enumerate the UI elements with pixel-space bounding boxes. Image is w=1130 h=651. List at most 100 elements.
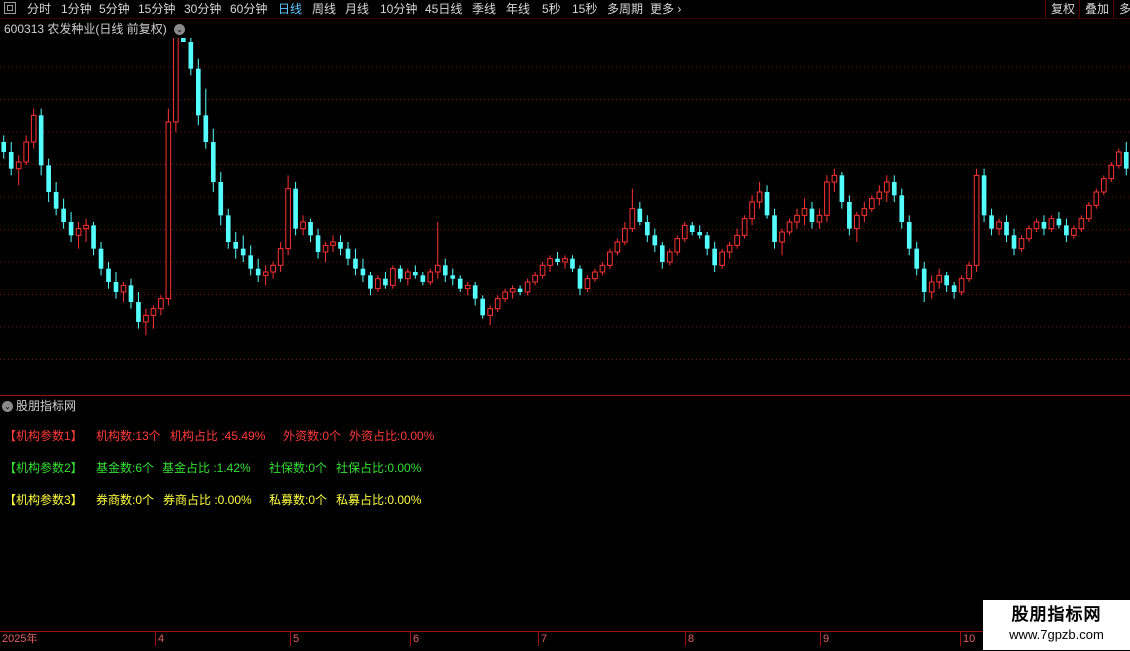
candle <box>53 182 59 216</box>
candle <box>772 208 777 249</box>
tab-timeframe[interactable]: 1分钟 <box>61 1 92 17</box>
candle-body <box>98 248 104 269</box>
tab-timeframe[interactable]: 分时 <box>27 1 51 17</box>
candle-body <box>801 208 808 216</box>
tab-timeframe[interactable]: 10分钟 <box>380 1 417 17</box>
tab-timeframe[interactable]: 更多 › <box>650 1 681 17</box>
indicator-value: 券商占比 :0.00% <box>163 493 252 507</box>
candle-body <box>23 141 30 163</box>
candle <box>91 222 96 256</box>
candle <box>1033 218 1040 232</box>
tab-timeframe[interactable]: 日线 <box>278 1 302 17</box>
candle-body <box>262 271 269 276</box>
candle <box>764 185 770 219</box>
tab-timeframe[interactable]: 年线 <box>506 1 530 17</box>
candle <box>195 58 201 126</box>
tab-timeframe[interactable]: 15分钟 <box>138 1 175 17</box>
tab-timeframe[interactable]: 5分钟 <box>99 1 130 17</box>
candle <box>83 218 89 242</box>
candle-body <box>255 268 261 276</box>
candle-body <box>764 192 770 216</box>
candle <box>801 198 808 226</box>
candle <box>741 215 748 239</box>
candle <box>23 135 30 166</box>
chevron-down-icon[interactable]: ⌄ <box>174 24 186 36</box>
candle <box>434 222 441 279</box>
tab-timeframe[interactable]: 月线 <box>345 1 369 17</box>
candle <box>883 175 890 202</box>
candle-body <box>973 174 980 266</box>
candle <box>517 285 523 296</box>
candle <box>749 195 755 226</box>
candle-body <box>936 274 942 283</box>
candle-body <box>816 214 823 223</box>
indicator-value: 社保数:0个 <box>269 461 328 475</box>
candle <box>637 202 643 226</box>
candle <box>315 228 321 259</box>
candle <box>15 155 22 186</box>
tab-timeframe[interactable]: 60分钟 <box>230 1 267 17</box>
tab-timeframe[interactable]: 季线 <box>472 1 496 17</box>
candle <box>1048 215 1055 232</box>
candle <box>165 108 172 306</box>
multi-button[interactable]: 多 <box>1113 0 1130 18</box>
candle-body <box>450 275 456 279</box>
date-label: 7 <box>538 632 547 646</box>
candle-body <box>53 192 59 209</box>
candle-body <box>584 278 591 290</box>
candle <box>188 38 194 76</box>
candle-body <box>413 272 418 276</box>
candle <box>277 242 284 272</box>
candle <box>181 38 186 42</box>
candle <box>1123 142 1129 176</box>
candle <box>136 292 141 329</box>
candle-body <box>697 232 703 236</box>
candle <box>532 272 538 286</box>
candle-body <box>921 268 927 292</box>
chevron-down-icon[interactable]: ⌄ <box>2 401 13 413</box>
candle-body <box>472 285 478 299</box>
indicator-value: 券商数:0个 <box>96 493 155 507</box>
candle <box>225 208 231 249</box>
chevron-right-icon: › <box>674 2 682 16</box>
candle <box>719 248 725 269</box>
tab-timeframe[interactable]: 15秒 <box>572 1 597 17</box>
tab-timeframe[interactable]: 45日线 <box>425 1 462 17</box>
candle-body <box>607 251 613 266</box>
candle-body <box>809 208 815 222</box>
candle <box>674 235 681 256</box>
candle-body <box>240 248 246 256</box>
candle <box>420 272 426 286</box>
indicator-value: 机构数:13个 <box>96 429 161 443</box>
indicator-value: 外资占比:0.00% <box>349 429 435 443</box>
candle-body <box>158 298 164 310</box>
candle <box>457 275 463 292</box>
candle-body <box>1011 235 1017 249</box>
tab-timeframe[interactable]: 5秒 <box>542 1 561 17</box>
candle-body <box>338 242 343 249</box>
candle-body <box>659 245 665 262</box>
tab-timeframe[interactable]: 多周期 <box>607 1 643 17</box>
candle <box>1078 215 1085 232</box>
candle <box>106 262 111 289</box>
candle-body <box>906 222 912 249</box>
candle-body <box>637 208 643 222</box>
candle <box>375 275 381 292</box>
candle <box>46 158 51 202</box>
candle <box>61 198 66 229</box>
tab-timeframe[interactable]: 周线 <box>312 1 336 17</box>
layout-toggle-icon[interactable] <box>4 2 16 14</box>
candle-body <box>293 188 298 229</box>
tab-timeframe[interactable]: 30分钟 <box>184 1 221 17</box>
candle-body <box>966 264 972 280</box>
candle-body <box>861 208 868 216</box>
candle-body <box>547 258 553 266</box>
chart-mode: (日线 前复权) <box>95 22 167 36</box>
candle-body <box>106 268 111 282</box>
candle-body <box>629 208 636 230</box>
candle <box>262 265 269 286</box>
candle-body <box>136 302 141 322</box>
candle-body <box>120 284 127 293</box>
candle-body <box>824 181 830 216</box>
candle <box>398 265 403 282</box>
